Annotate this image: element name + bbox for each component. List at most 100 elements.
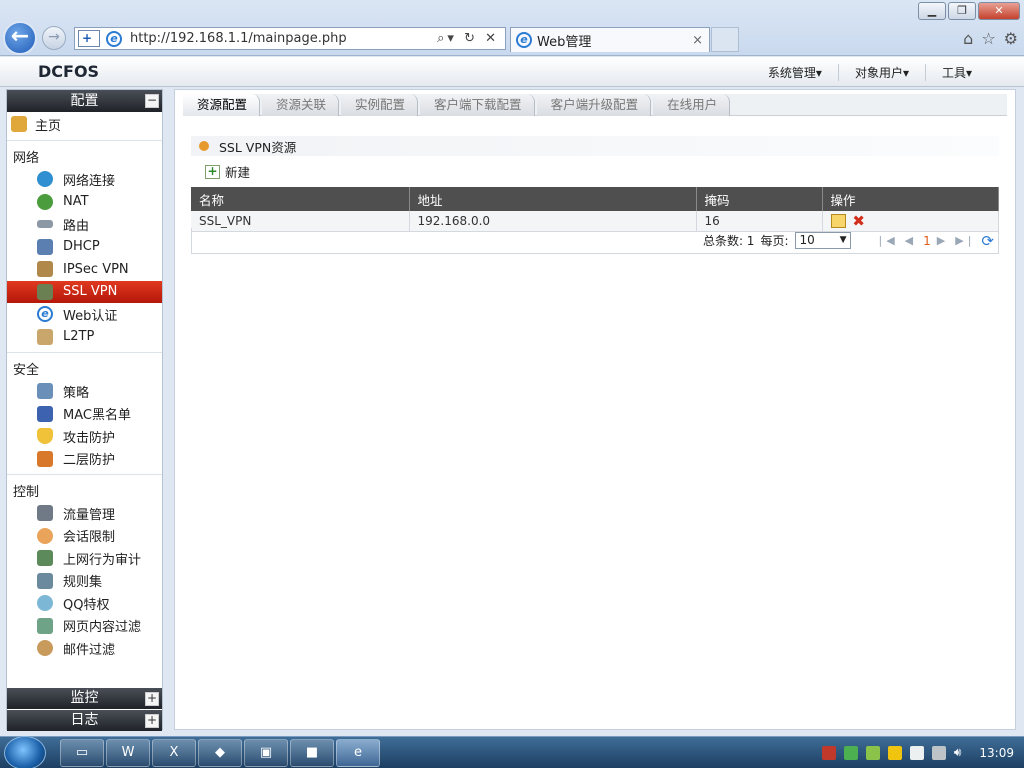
app-task-3[interactable]: ■ xyxy=(290,739,334,767)
new-tab-button[interactable] xyxy=(711,27,739,52)
column-name[interactable]: 名称 xyxy=(191,187,410,211)
sidebar-item-network-connection[interactable]: 网络连接 xyxy=(7,168,162,191)
table-header-row: 名称 地址 掩码 操作 xyxy=(191,187,999,211)
home-icon[interactable]: ⌂ xyxy=(963,29,973,48)
column-address[interactable]: 地址 xyxy=(409,187,697,211)
tab-resource-binding[interactable]: 资源关联 xyxy=(262,94,340,116)
new-button[interactable]: + 新建 xyxy=(205,162,250,181)
first-page-icon[interactable]: |◀ xyxy=(879,234,899,247)
sidebar-item-label: 策略 xyxy=(63,385,90,401)
collapse-icon[interactable]: − xyxy=(145,94,159,108)
tray-shield-icon[interactable] xyxy=(865,745,880,760)
sidebar-item-dhcp[interactable]: DHCP xyxy=(7,236,162,259)
app-task-2[interactable]: ▣ xyxy=(244,739,288,767)
ie-icon: e xyxy=(106,30,122,47)
close-window-button[interactable]: ✕ xyxy=(978,2,1020,20)
sidebar-item-label: QQ特权 xyxy=(63,597,110,613)
minimize-button[interactable]: ▁ xyxy=(918,2,946,20)
edit-icon[interactable] xyxy=(830,213,846,228)
sidebar-item-audit[interactable]: 上网行为审计 xyxy=(7,547,162,570)
word-task[interactable]: W xyxy=(106,739,150,767)
url-text[interactable]: http://192.168.1.1/mainpage.php xyxy=(130,31,347,46)
ie-task[interactable]: e xyxy=(336,739,380,767)
favorites-star-icon[interactable]: ☆ xyxy=(981,29,995,48)
sidebar-item-mac-blacklist[interactable]: MAC黑名单 xyxy=(7,403,162,426)
tray-security-icon[interactable] xyxy=(887,745,902,760)
session-icon xyxy=(37,527,53,544)
tray-network-icon[interactable] xyxy=(843,745,858,760)
restore-button[interactable]: ❐ xyxy=(948,2,976,20)
globe-icon xyxy=(37,171,53,188)
column-mask[interactable]: 掩码 xyxy=(696,187,823,211)
tray-app-icon[interactable] xyxy=(821,745,836,760)
sidebar-item-web-filter[interactable]: 网页内容过滤 xyxy=(7,615,162,638)
l2tp-icon xyxy=(37,328,53,345)
sidebar-item-label: 上网行为审计 xyxy=(63,552,142,568)
total-count: 总条数: 1 xyxy=(702,234,755,248)
sidebar-item-home[interactable]: 主页 xyxy=(7,112,162,136)
clock[interactable]: 13:09 xyxy=(979,746,1014,760)
sidebar-section-monitor[interactable]: 监控 + xyxy=(7,688,162,709)
dhcp-icon xyxy=(37,238,53,255)
sidebar-item-label: NAT xyxy=(63,194,89,210)
expand-icon[interactable]: + xyxy=(145,714,159,728)
sidebar-item-label: Web认证 xyxy=(63,308,118,324)
traffic-icon xyxy=(37,505,53,522)
per-page-label: 每页: xyxy=(760,234,789,248)
gear-icon[interactable]: ⚙ xyxy=(1004,29,1018,48)
tab-online-users[interactable]: 在线用户 xyxy=(653,94,731,116)
volume-icon[interactable]: 🔊︎ xyxy=(954,745,962,760)
tab-client-download[interactable]: 客户端下载配置 xyxy=(420,94,535,116)
sidebar-item-label: 攻击防护 xyxy=(63,430,116,446)
menu-system-admin[interactable]: 系统管理▾ xyxy=(752,64,838,81)
sidebar-item-nat[interactable]: NAT xyxy=(7,191,162,214)
menu-object-users[interactable]: 对象用户▾ xyxy=(837,64,925,81)
menu-tools[interactable]: 工具▾ xyxy=(924,64,988,81)
sidebar-item-web-auth[interactable]: e Web认证 xyxy=(7,303,162,326)
browser-tab[interactable]: e Web管理 × xyxy=(510,27,710,52)
sidebar-item-policy[interactable]: 策略 xyxy=(7,380,162,403)
excel-task[interactable]: X xyxy=(152,739,196,767)
per-page-select[interactable]: 10 ▼ xyxy=(794,232,851,249)
tab-close-icon[interactable]: × xyxy=(692,33,703,48)
system-tray: 🔊︎ 13:09 xyxy=(821,745,1014,760)
prev-page-icon[interactable]: ◀ xyxy=(905,234,917,247)
start-button[interactable] xyxy=(4,736,46,768)
address-bar[interactable]: + e http://192.168.1.1/mainpage.php ⌕▾ ↻… xyxy=(74,27,506,50)
forward-button[interactable]: → xyxy=(42,26,66,50)
expand-icon[interactable]: + xyxy=(145,692,159,706)
sidebar-item-label: IPSec VPN xyxy=(63,261,129,277)
sidebar-item-traffic[interactable]: 流量管理 xyxy=(7,502,162,525)
sidebar-section-log[interactable]: 日志 + xyxy=(7,710,162,731)
sidebar-item-ssl-vpn[interactable]: SSL VPN xyxy=(7,280,162,303)
tab-instance-config[interactable]: 实例配置 xyxy=(341,94,419,116)
sidebar-item-ruleset[interactable]: 规则集 xyxy=(7,570,162,593)
refresh-icon[interactable]: ⟳ xyxy=(981,232,994,250)
sidebar-item-route[interactable]: 路由 xyxy=(7,213,162,236)
sidebar-item-l2tp[interactable]: L2TP xyxy=(7,326,162,349)
explorer-task[interactable]: ▭ xyxy=(60,739,104,767)
app-task-1[interactable]: ◆ xyxy=(198,739,242,767)
sidebar-header[interactable]: 配置 − xyxy=(7,90,162,112)
mac-blacklist-icon xyxy=(37,405,53,422)
audit-icon xyxy=(37,550,53,567)
ssl-vpn-icon xyxy=(37,283,53,300)
sidebar-item-mail-filter[interactable]: 邮件过滤 xyxy=(7,637,162,660)
next-page-icon[interactable]: ▶ xyxy=(937,234,949,247)
tray-device-icon[interactable] xyxy=(909,745,924,760)
back-button[interactable]: ← xyxy=(3,21,37,55)
last-page-icon[interactable]: ▶| xyxy=(955,234,975,247)
resource-table: 名称 地址 掩码 操作 SSL_VPN 192.168.0.0 16 ✖ xyxy=(191,187,999,232)
sidebar-item-qq[interactable]: QQ特权 xyxy=(7,592,162,615)
tray-flag-icon[interactable] xyxy=(931,745,946,760)
policy-icon xyxy=(37,383,53,400)
sidebar-item-ipsec-vpn[interactable]: IPSec VPN xyxy=(7,258,162,281)
current-page: 1 xyxy=(923,233,931,248)
sidebar-item-attack-protection[interactable]: 攻击防护 xyxy=(7,425,162,448)
address-tools-icon[interactable]: ⌕▾ ↻ ✕ xyxy=(437,31,499,46)
sidebar-item-session-limit[interactable]: 会话限制 xyxy=(7,525,162,548)
tab-client-upgrade[interactable]: 客户端升级配置 xyxy=(536,94,652,116)
sidebar-item-layer2-protection[interactable]: 二层防护 xyxy=(7,448,162,471)
tab-resource-config[interactable]: 资源配置 xyxy=(183,94,261,116)
web-auth-icon: e xyxy=(37,306,53,323)
